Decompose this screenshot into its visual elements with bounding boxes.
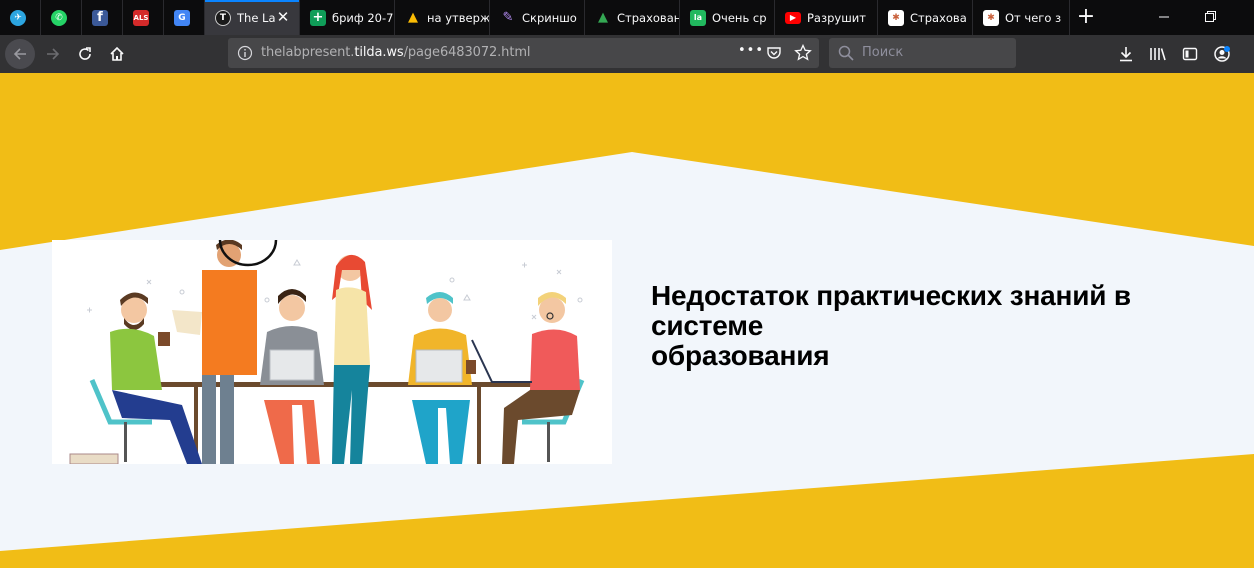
site-icon: ✱ bbox=[888, 9, 904, 26]
search-placeholder: Поиск bbox=[862, 45, 904, 60]
page-heading: Недостаток практических знаний в системе… bbox=[651, 281, 1211, 371]
heading-line-1: Недостаток практических знаний в системе bbox=[651, 280, 1131, 341]
arrow-right-icon bbox=[47, 48, 60, 60]
url-host: tilda.ws bbox=[354, 45, 404, 60]
tab-title: Очень ср bbox=[712, 10, 767, 25]
sidebar-button[interactable] bbox=[1175, 39, 1205, 69]
heading-line-2: образования bbox=[651, 340, 830, 371]
reload-icon bbox=[79, 47, 91, 60]
tab-youtube[interactable]: ▶ Разрушит bbox=[775, 0, 878, 35]
downloads-button[interactable] bbox=[1111, 39, 1141, 69]
home-button[interactable] bbox=[102, 39, 132, 69]
close-icon[interactable]: ✕ bbox=[275, 9, 291, 25]
tab-title: The La bbox=[237, 10, 276, 25]
bookmark-star-icon[interactable] bbox=[794, 44, 812, 62]
download-icon bbox=[1120, 47, 1132, 62]
la-icon: la bbox=[690, 9, 706, 26]
home-icon bbox=[110, 46, 124, 61]
reload-button[interactable] bbox=[70, 39, 100, 69]
navigation-toolbar: thelabpresent.tilda.ws/page6483072.html … bbox=[0, 35, 1254, 73]
whatsapp-icon: ✆ bbox=[51, 9, 67, 26]
site-icon: ✱ bbox=[983, 9, 999, 26]
tab-title: бриф 20-7 bbox=[332, 10, 394, 25]
minimize-icon bbox=[1159, 16, 1169, 17]
tab-screenshot[interactable]: ✎ Скриншо bbox=[490, 0, 585, 35]
restore-icon bbox=[1204, 11, 1216, 22]
tab-translate[interactable]: G bbox=[164, 0, 205, 35]
youtube-icon: ▶ bbox=[785, 11, 801, 24]
tab-title: Страхова bbox=[910, 10, 967, 25]
tab-title: Скриншо bbox=[522, 10, 577, 25]
tab-approval[interactable]: ▲ на утверж bbox=[395, 0, 490, 35]
tab-als[interactable]: ALS bbox=[123, 0, 164, 35]
tab-facebook[interactable]: f bbox=[82, 0, 123, 35]
tilda-icon: T bbox=[215, 9, 231, 26]
tab-title: Страхован bbox=[617, 10, 679, 25]
arrow-left-icon bbox=[13, 48, 26, 60]
search-icon bbox=[838, 45, 854, 61]
tab-strip: ✈ ✆ f ALS G T The La ✕ + бриф 20-7 ▲ на … bbox=[0, 0, 1254, 35]
page-content: Недостаток практических знаний в системе… bbox=[0, 73, 1254, 568]
account-button[interactable] bbox=[1207, 39, 1237, 69]
minimize-button[interactable] bbox=[1141, 0, 1187, 33]
page-actions-icon[interactable]: ••• bbox=[738, 43, 764, 58]
tab-tilda-active[interactable]: T The La ✕ bbox=[205, 0, 300, 35]
feather-icon: ✎ bbox=[502, 10, 514, 25]
tab-from-what[interactable]: ✱ От чего з bbox=[973, 0, 1070, 35]
tab-title: Разрушит bbox=[807, 10, 866, 25]
tab-very[interactable]: la Очень ср bbox=[680, 0, 775, 35]
info-icon[interactable] bbox=[237, 45, 253, 61]
tab-title: на утверж bbox=[427, 10, 489, 25]
new-tab-button[interactable]: + bbox=[1071, 0, 1101, 35]
telegram-icon: ✈ bbox=[10, 9, 26, 26]
library-icon bbox=[1150, 48, 1166, 61]
pocket-icon[interactable] bbox=[766, 45, 782, 61]
translate-icon: G bbox=[174, 9, 190, 26]
tab-title: От чего з bbox=[1005, 10, 1062, 25]
sheets-icon: + bbox=[310, 9, 326, 26]
tab-whatsapp[interactable]: ✆ bbox=[41, 0, 82, 35]
url-path: /page6483072.html bbox=[403, 45, 531, 60]
sidebar-icon bbox=[1182, 47, 1198, 61]
forward-button[interactable] bbox=[38, 39, 68, 69]
url-text[interactable]: thelabpresent.tilda.ws/page6483072.html bbox=[261, 45, 531, 60]
team-illustration bbox=[52, 240, 612, 464]
facebook-icon: f bbox=[92, 9, 108, 26]
restore-button[interactable] bbox=[1187, 0, 1233, 33]
account-icon bbox=[1214, 46, 1230, 62]
drive-icon: ▲ bbox=[408, 10, 418, 25]
tab-insurance[interactable]: ✱ Страхова bbox=[878, 0, 973, 35]
address-bar[interactable]: thelabpresent.tilda.ws/page6483072.html … bbox=[228, 38, 819, 68]
drive-icon: ▲ bbox=[598, 10, 608, 25]
library-button[interactable] bbox=[1143, 39, 1173, 69]
search-input[interactable]: Поиск bbox=[829, 38, 1016, 68]
tab-brief[interactable]: + бриф 20-7 bbox=[300, 0, 395, 35]
als-icon: ALS bbox=[133, 9, 149, 26]
back-button[interactable] bbox=[5, 39, 35, 69]
tab-telegram[interactable]: ✈ bbox=[0, 0, 41, 35]
tab-insurance-drive[interactable]: ▲ Страхован bbox=[585, 0, 680, 35]
url-prefix: thelabpresent. bbox=[261, 45, 355, 60]
